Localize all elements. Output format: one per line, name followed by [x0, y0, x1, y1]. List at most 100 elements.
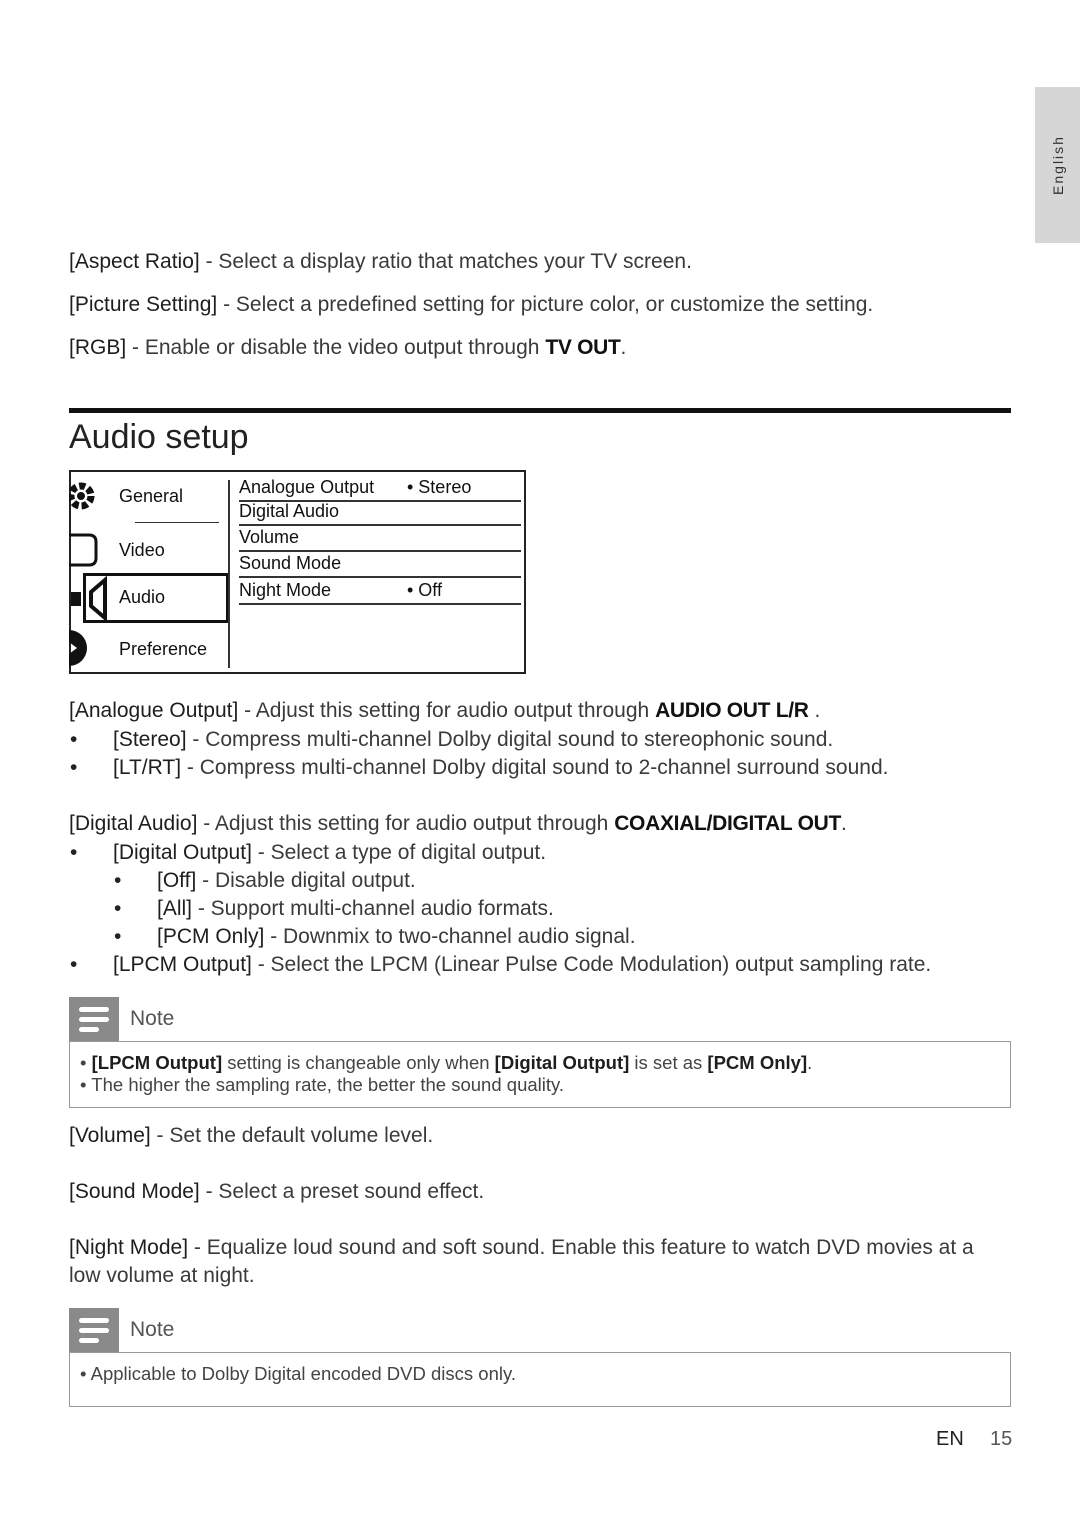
- description: .: [808, 699, 821, 722]
- emphasis: AUDIO OUT L/R: [655, 699, 809, 722]
- setting-term: [LPCM Output]: [91, 1052, 223, 1073]
- text-line: [PCM Only] - Downmix to two-channel audi…: [157, 923, 636, 951]
- section-title: Audio setup: [69, 418, 249, 456]
- text-line: [Night Mode] - Equalize loud sound and s…: [69, 1234, 974, 1262]
- note-label: Note: [130, 1318, 175, 1341]
- description: .: [841, 812, 847, 835]
- menu-option-sound-mode: Sound Mode: [239, 552, 521, 578]
- text-line: low volume at night.: [69, 1262, 255, 1290]
- note-icon: [69, 997, 119, 1041]
- note-text: setting is changeable only when: [222, 1052, 495, 1073]
- note-item: • Applicable to Dolby Digital encoded DV…: [80, 1363, 516, 1384]
- bullet: •: [70, 841, 78, 864]
- text-line: [Picture Setting] - Select a predefined …: [69, 291, 873, 319]
- menu-option-volume: Volume: [239, 526, 521, 552]
- description: - Adjust this setting for audio output t…: [238, 699, 656, 722]
- menu-option-night-mode: Night Mode • Off: [239, 579, 521, 605]
- description: - Equalize loud sound and soft sound. En…: [188, 1236, 974, 1259]
- text-line: [Off] - Disable digital output.: [157, 867, 416, 895]
- description: - Set the default volume level.: [150, 1124, 434, 1147]
- note-text: .: [807, 1052, 813, 1073]
- setting-term: [Analogue Output]: [69, 699, 239, 722]
- setting-term: [Off]: [157, 869, 197, 892]
- menu-option-analogue-output: Analogue Output • Stereo: [239, 476, 521, 502]
- setting-term: [LPCM Output]: [113, 953, 252, 976]
- language-tab: English: [1035, 87, 1080, 243]
- text-line: [Volume] - Set the default volume level.: [69, 1122, 433, 1150]
- setting-term: [PCM Only]: [707, 1052, 808, 1073]
- description: - Support multi-channel audio formats.: [192, 897, 554, 920]
- note-text: Applicable to Dolby Digital encoded DVD …: [90, 1363, 516, 1384]
- option-label: Analogue Output: [239, 477, 375, 497]
- screen-icon: [69, 533, 98, 567]
- description: - Adjust this setting for audio output t…: [197, 812, 615, 835]
- bullet: •: [70, 953, 78, 976]
- menu-category-general: General: [119, 486, 184, 506]
- bullet: •: [114, 925, 122, 948]
- footer-language: EN: [936, 1428, 964, 1450]
- gear-icon: [69, 482, 95, 510]
- text-line: [Digital Audio] - Adjust this setting fo…: [69, 810, 847, 838]
- speaker-icon: [71, 576, 107, 622]
- divider: [135, 522, 219, 523]
- note-icon: [69, 1308, 119, 1352]
- setting-term: [Picture Setting]: [69, 293, 218, 316]
- menu-category-preference: Preference: [119, 639, 208, 659]
- description: - Select a preset sound effect.: [199, 1180, 485, 1203]
- setting-term: [Digital Output]: [113, 841, 252, 864]
- text-line: [LT/RT] - Compress multi-channel Dolby d…: [113, 754, 888, 782]
- option-value: • Stereo: [407, 477, 472, 497]
- setting-term: [All]: [157, 897, 193, 920]
- emphasis: TV OUT: [545, 336, 621, 359]
- text-line: [Stereo] - Compress multi-channel Dolby …: [113, 726, 833, 754]
- option-label: Volume: [239, 527, 300, 547]
- setting-term: [PCM Only]: [157, 925, 265, 948]
- setting-term: [Sound Mode]: [69, 1180, 200, 1203]
- description: - Enable or disable the video output thr…: [126, 336, 546, 359]
- text-line: [Aspect Ratio] - Select a display ratio …: [69, 248, 692, 276]
- option-label: Night Mode: [239, 580, 332, 600]
- text-line: [RGB] - Enable or disable the video outp…: [69, 334, 626, 362]
- setting-term: [RGB]: [69, 336, 127, 359]
- setting-term: [Digital Audio]: [69, 812, 198, 835]
- description: - Compress multi-channel Dolby digital s…: [186, 728, 834, 751]
- description: low volume at night.: [69, 1264, 255, 1287]
- text-line: [Analogue Output] - Adjust this setting …: [69, 697, 820, 725]
- text-line: [Digital Output] - Select a type of digi…: [113, 839, 546, 867]
- description: - Compress multi-channel Dolby digital s…: [181, 756, 889, 779]
- note-item: • [LPCM Output] setting is changeable on…: [80, 1052, 813, 1073]
- bullet: •: [114, 869, 122, 892]
- description: - Downmix to two-channel audio signal.: [264, 925, 636, 948]
- menu-category-video: Video: [119, 540, 165, 560]
- bullet: •: [114, 897, 122, 920]
- description: - Select a display ratio that matches yo…: [199, 250, 692, 273]
- description: - Select a type of digital output.: [251, 841, 547, 864]
- description: - Select a predefined setting for pictur…: [217, 293, 874, 316]
- text-line: [LPCM Output] - Select the LPCM (Linear …: [113, 951, 931, 979]
- text-line: [Sound Mode] - Select a preset sound eff…: [69, 1178, 484, 1206]
- option-label: Digital Audio: [239, 501, 340, 521]
- note-item: • The higher the sampling rate, the bett…: [80, 1074, 565, 1095]
- page-number: 15: [990, 1428, 1013, 1450]
- audio-setup-menu-diagram: General Video Audio Preference Analogue …: [69, 470, 526, 674]
- bullet: •: [70, 728, 78, 751]
- description: .: [620, 336, 627, 359]
- setting-term: [Digital Output]: [494, 1052, 630, 1073]
- emphasis: COAXIAL/DIGITAL OUT: [614, 812, 842, 835]
- description: - Select the LPCM (Linear Pulse Code Mod…: [251, 953, 932, 976]
- description: - Disable digital output.: [196, 869, 416, 892]
- bullet: •: [70, 756, 78, 779]
- option-value: • Off: [407, 580, 442, 600]
- section-rule: [69, 408, 1011, 413]
- column-divider: [228, 480, 230, 668]
- text-line: [All] - Support multi-channel audio form…: [157, 895, 554, 923]
- note-text: is set as: [629, 1052, 708, 1073]
- note-label: Note: [130, 1007, 175, 1030]
- note-text: The higher the sampling rate, the better…: [91, 1074, 565, 1095]
- setting-term: [Stereo]: [113, 728, 187, 751]
- setting-term: [Volume]: [69, 1124, 151, 1147]
- menu-category-audio: Audio: [119, 587, 166, 607]
- preference-icon: [69, 630, 87, 666]
- language-label: English: [1049, 135, 1066, 195]
- menu-option-digital-audio: Digital Audio: [239, 500, 521, 526]
